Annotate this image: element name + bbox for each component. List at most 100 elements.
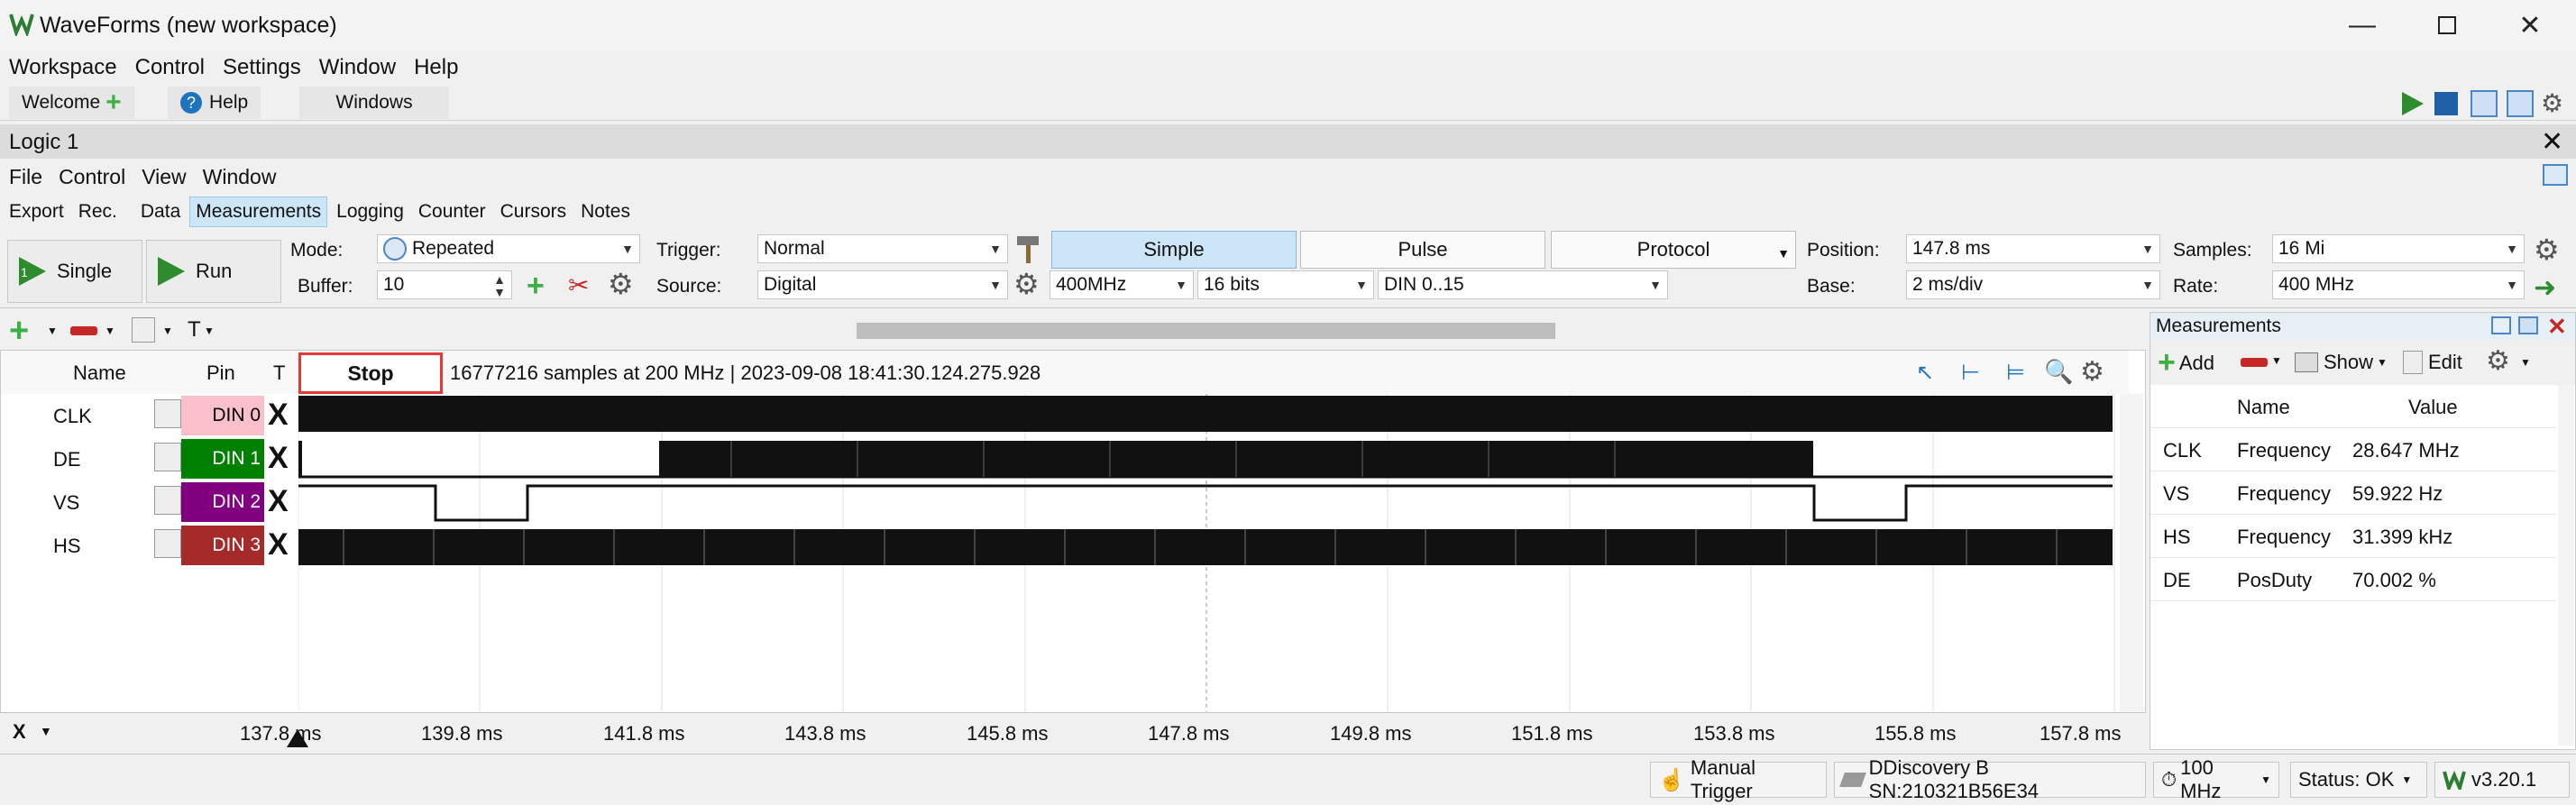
stop-all-icon[interactable] (2434, 92, 2458, 115)
edit-channel-icon[interactable] (132, 317, 155, 343)
measurements-gear-icon[interactable]: ⚙ (2486, 345, 2510, 377)
base-select[interactable]: 2 ms/div ▼ (1906, 270, 2160, 299)
manual-trigger-button[interactable]: ☝ Manual Trigger (1650, 756, 1827, 802)
menu-instrument-control[interactable]: Control (59, 165, 125, 189)
edit-channel-icon[interactable] (154, 399, 181, 428)
show-button[interactable]: Show ▼ (2295, 351, 2388, 374)
run-button[interactable]: Run (146, 240, 281, 303)
axis-x-label[interactable]: X (13, 720, 26, 744)
instrument-close-icon[interactable]: ✕ (2541, 126, 2563, 158)
close-icon[interactable]: ✕ (2503, 7, 2557, 43)
measurements-scrollbar[interactable] (2558, 385, 2574, 746)
menu-settings[interactable]: Settings (223, 55, 301, 80)
buffer-input[interactable]: 10 ▲ ▼ (377, 270, 512, 299)
chevron-down-icon[interactable]: ▼ (2271, 354, 2282, 367)
maximize-icon[interactable] (2420, 7, 2474, 43)
text-tool-icon[interactable]: T (188, 317, 201, 343)
status-button[interactable]: Status: OK ▼ (2290, 762, 2427, 798)
table-row[interactable]: CLK Frequency 28.647 MHz (2150, 428, 2556, 471)
align-center-icon[interactable]: ⊨ (2006, 360, 2025, 386)
trigger-condition-icon[interactable]: X (268, 441, 289, 476)
tab-logging[interactable]: Logging (331, 197, 409, 226)
samples-select[interactable]: 16 Mi ▼ (2272, 234, 2525, 263)
add-icon[interactable]: + (105, 87, 122, 118)
settings-gear-icon[interactable]: ⚙ (2541, 90, 2568, 117)
trigger-simple-button[interactable]: Simple (1051, 231, 1297, 269)
trigger-bits-select[interactable]: 16 bits ▼ (1197, 270, 1374, 299)
chevron-down-icon[interactable]: ▼ (47, 325, 58, 337)
tab-rec[interactable]: Rec. (73, 197, 123, 226)
tab-help[interactable]: ? Help (168, 87, 261, 119)
add-channel-icon[interactable]: + (9, 312, 29, 351)
source-select[interactable]: Digital ▼ (757, 270, 1008, 299)
tab-welcome[interactable]: Welcome + (9, 87, 134, 119)
run-all-icon[interactable] (2398, 90, 2425, 117)
tab-counter[interactable]: Counter (413, 197, 491, 226)
close-panel-icon[interactable]: ✕ (2547, 313, 2567, 341)
float-icon[interactable] (2491, 316, 2511, 334)
position-select[interactable]: 147.8 ms ▼ (1906, 234, 2160, 263)
menu-workspace[interactable]: Workspace (9, 55, 117, 80)
add-buffer-icon[interactable]: + (527, 269, 545, 304)
trigger-protocol-button[interactable]: Protocol ▼ (1551, 231, 1796, 269)
horizontal-scrollbar[interactable] (857, 323, 1555, 339)
remove-channel-icon[interactable] (70, 326, 97, 335)
trigger-select[interactable]: Normal ▼ (757, 234, 1008, 263)
stop-button[interactable]: Stop (298, 352, 443, 394)
trigger-pulse-button[interactable]: Pulse (1300, 231, 1545, 269)
arrow-right-icon[interactable]: ➜ (2534, 272, 2556, 304)
menu-instrument-window[interactable]: Window (203, 165, 277, 189)
table-row[interactable]: DE PosDuty 70.002 % (2150, 558, 2556, 601)
chevron-down-icon[interactable]: ▼ (204, 325, 215, 337)
scissors-icon[interactable]: ✂ (568, 270, 589, 300)
tile-icon[interactable] (2507, 90, 2534, 117)
edit-channel-icon[interactable] (154, 529, 181, 558)
tab-windows[interactable]: Windows (299, 87, 449, 119)
trigger-condition-icon[interactable]: X (268, 527, 289, 563)
maximize-panel-icon[interactable] (2518, 316, 2538, 334)
zoom-icon[interactable]: 🔍 (2044, 358, 2073, 386)
table-row[interactable]: HS Frequency 31.399 kHz (2150, 515, 2556, 558)
waveform-area[interactable] (298, 394, 2115, 729)
device-button[interactable]: DDiscovery B SN:210321B56E34 (1834, 756, 2146, 802)
cascade-icon[interactable] (2471, 90, 2498, 117)
menu-help[interactable]: Help (414, 55, 458, 80)
align-left-icon[interactable]: ⊢ (1961, 360, 1980, 386)
version-button[interactable]: v3.20.1 (2434, 762, 2570, 798)
rate-select[interactable]: 400 MHz ▼ (2272, 270, 2525, 299)
trigger-condition-icon[interactable]: X (268, 398, 289, 433)
tab-notes[interactable]: Notes (575, 197, 636, 226)
chevron-down-icon[interactable]: ▼ (105, 325, 115, 337)
remove-measurement-icon[interactable] (2241, 358, 2268, 367)
single-button[interactable]: 1 Single (7, 240, 142, 303)
menu-file[interactable]: File (9, 165, 42, 189)
edit-button[interactable]: Edit (2403, 351, 2462, 374)
vertical-scrollbar[interactable] (2120, 394, 2143, 747)
chevron-down-icon[interactable]: ▼ (40, 724, 52, 738)
plot-gear-icon[interactable]: ⚙ (2080, 356, 2104, 388)
edit-channel-icon[interactable] (154, 486, 181, 515)
menu-view[interactable]: View (142, 165, 186, 189)
tab-measurements[interactable]: Measurements (189, 197, 328, 227)
mode-select[interactable]: Repeated ▼ (377, 234, 640, 263)
tab-export[interactable]: Export (4, 197, 69, 226)
menu-window[interactable]: Window (319, 55, 396, 80)
cursor-icon[interactable]: ↖ (1916, 360, 1934, 386)
add-measurement-button[interactable]: + Add (2158, 345, 2214, 380)
source-gear-icon[interactable]: ⚙ (1013, 267, 1040, 301)
tab-data[interactable]: Data (135, 197, 186, 226)
trigger-condition-icon[interactable]: X (268, 484, 289, 519)
trigger-din-select[interactable]: DIN 0..15 ▼ (1378, 270, 1668, 299)
samples-gear-icon[interactable]: ⚙ (2534, 233, 2560, 267)
stepper-icon[interactable]: ▲ ▼ (493, 273, 506, 298)
chevron-down-icon[interactable]: ▼ (162, 325, 173, 337)
trigger-rate-select[interactable]: 400MHz ▼ (1050, 270, 1194, 299)
menu-control[interactable]: Control (135, 55, 205, 80)
clock-button[interactable]: ⏱ 100 MHz ▼ (2153, 756, 2279, 802)
table-row[interactable]: VS Frequency 59.922 Hz (2150, 471, 2556, 515)
dock-icon[interactable] (2543, 164, 2568, 186)
edit-channel-icon[interactable] (154, 443, 181, 471)
buffer-gear-icon[interactable]: ⚙ (608, 267, 634, 301)
tab-cursors[interactable]: Cursors (495, 197, 573, 226)
minimize-icon[interactable]: — (2335, 7, 2389, 43)
